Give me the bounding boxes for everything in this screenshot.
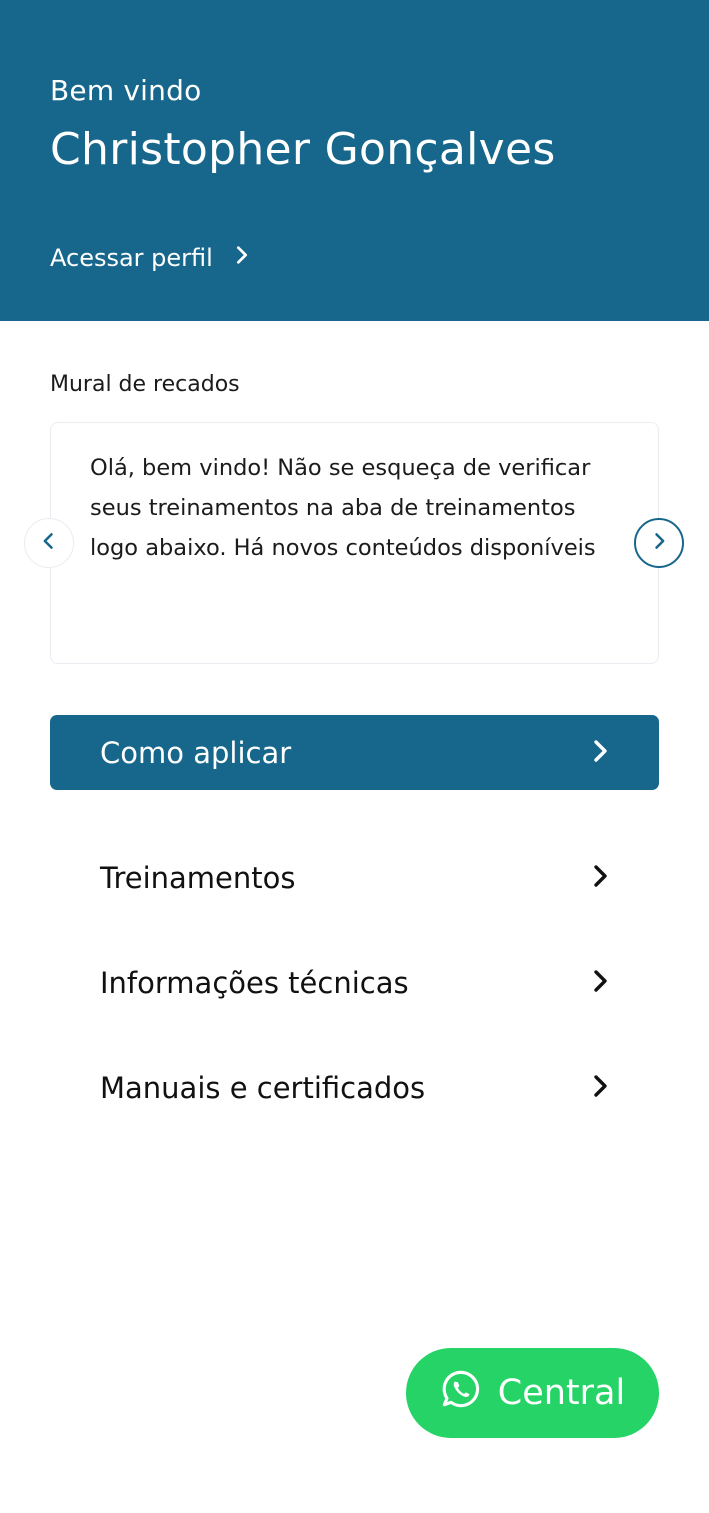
whatsapp-icon (440, 1368, 482, 1419)
mural-title: Mural de recados (50, 372, 240, 397)
access-profile-link[interactable]: Acessar perfil (50, 238, 253, 278)
menu-item-informacoes-tecnicas[interactable]: Informações técnicas (50, 945, 659, 1020)
mural-message: Olá, bem vindo! Não se esqueça de verifi… (90, 455, 596, 561)
menu-item-treinamentos[interactable]: Treinamentos (50, 840, 659, 915)
chevron-right-icon (589, 1071, 613, 1105)
chevron-right-icon (589, 736, 613, 770)
menu-item-label: Treinamentos (100, 860, 296, 895)
chevron-right-icon (589, 966, 613, 1000)
chevron-right-icon (589, 861, 613, 895)
chevron-right-icon (649, 531, 669, 555)
menu-item-como-aplicar[interactable]: Como aplicar (50, 715, 659, 790)
central-button-label: Central (497, 1373, 626, 1413)
chevron-left-icon (39, 531, 59, 555)
menu-item-label: Informações técnicas (100, 965, 409, 1000)
chevron-right-icon (231, 244, 253, 272)
greeting-text: Bem vindo (50, 74, 202, 107)
menu-item-label: Manuais e certificados (100, 1070, 426, 1105)
menu-item-manuais-e-certificados[interactable]: Manuais e certificados (50, 1050, 659, 1125)
central-whatsapp-button[interactable]: Central (406, 1348, 659, 1438)
access-profile-label: Acessar perfil (50, 244, 213, 272)
user-name: Christopher Gonçalves (50, 124, 556, 175)
carousel-next-button[interactable] (634, 518, 684, 568)
header-banner: Bem vindo Christopher Gonçalves Acessar … (0, 0, 709, 321)
carousel-prev-button[interactable] (24, 518, 74, 568)
menu-item-label: Como aplicar (100, 735, 292, 770)
